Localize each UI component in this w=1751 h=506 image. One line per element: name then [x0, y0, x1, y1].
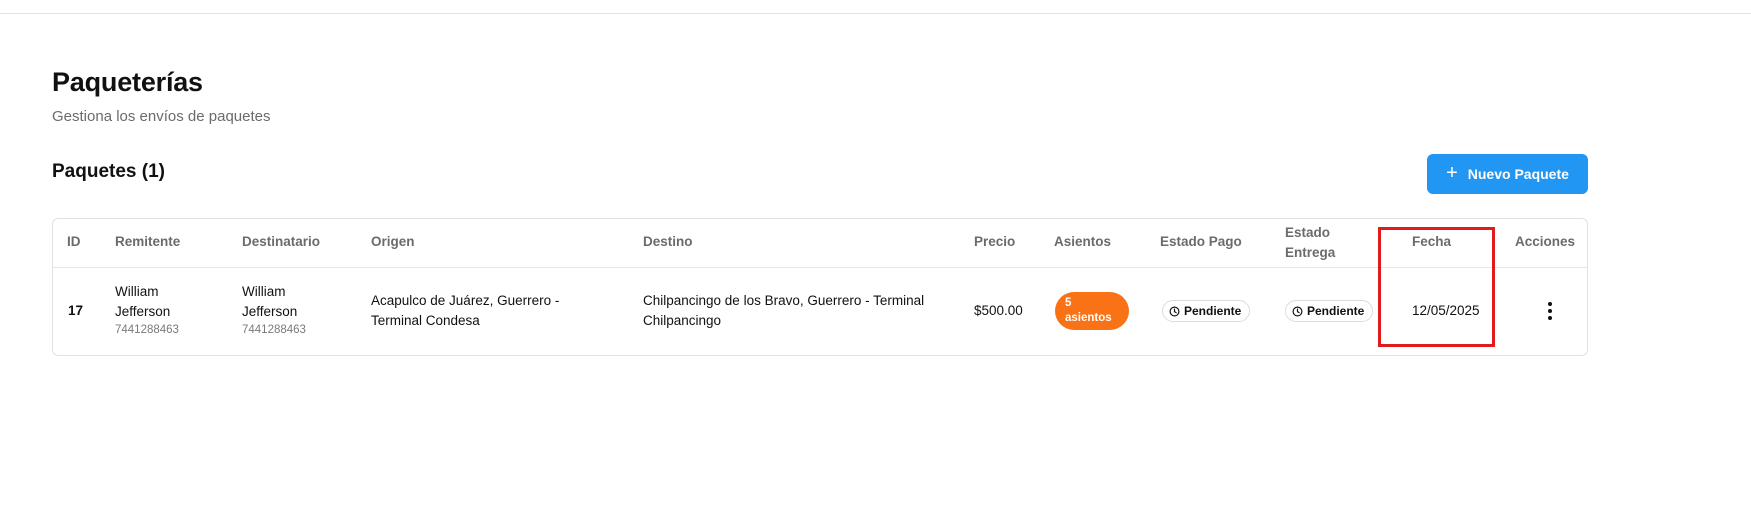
origen-line1: Acapulco de Juárez, Guerrero -	[371, 293, 560, 308]
seats-count: 5	[1065, 297, 1072, 309]
remitente-name-line2: Jefferson	[115, 304, 171, 319]
seats-label: asientos	[1065, 312, 1112, 324]
cell-origen: Acapulco de Juárez, Guerrero - Terminal …	[371, 291, 559, 331]
remitente-phone: 7441288463	[115, 324, 179, 336]
column-header-destinatario: Destinatario	[242, 234, 321, 249]
destinatario-name-line1: William	[242, 284, 286, 299]
page-subtitle: Gestiona los envíos de paquetes	[52, 108, 271, 125]
clock-icon	[1292, 306, 1303, 316]
new-package-button[interactable]: + Nuevo Paquete	[1427, 154, 1588, 194]
plus-icon: +	[1446, 162, 1458, 184]
column-header-precio: Precio	[974, 234, 1016, 249]
more-vertical-icon[interactable]	[1540, 299, 1560, 323]
destinatario-name-line2: Jefferson	[242, 304, 298, 319]
column-header-estado-pago: Estado Pago	[1160, 234, 1242, 249]
destino-line1: Chilpancingo de los Bravo, Guerrero - Te…	[643, 293, 925, 308]
page-content: Paqueterías Gestiona los envíos de paque…	[52, 62, 1588, 356]
cell-id: 17	[68, 303, 84, 318]
cell-precio: $500.00	[974, 303, 1023, 318]
new-package-button-label: Nuevo Paquete	[1467, 166, 1569, 182]
payment-status-label: Pendiente	[1184, 304, 1242, 318]
cell-destino: Chilpancingo de los Bravo, Guerrero - Te…	[643, 291, 924, 331]
column-header-asientos: Asientos	[1054, 234, 1112, 249]
column-header-estado-entrega-line1: Estado	[1285, 225, 1331, 240]
column-header-estado-entrega: Estado Entrega	[1285, 223, 1335, 263]
delivery-status-label: Pendiente	[1307, 304, 1365, 318]
column-header-id: ID	[67, 234, 81, 249]
section-header: Paquetes (1) + Nuevo Paquete	[52, 154, 1588, 194]
destinatario-phone: 7441288463	[242, 324, 306, 336]
cell-remitente: William Jefferson 7441288463	[115, 282, 179, 338]
column-header-remitente: Remitente	[115, 234, 181, 249]
column-header-destino: Destino	[643, 234, 693, 249]
cell-destinatario: William Jefferson 7441288463	[242, 282, 306, 338]
page-title: Paqueterías	[52, 67, 203, 97]
clock-icon	[1169, 306, 1180, 316]
origen-line2: Terminal Condesa	[371, 313, 480, 328]
column-header-origen: Origen	[371, 234, 415, 249]
column-header-fecha: Fecha	[1412, 234, 1452, 249]
packages-table: ID Remitente Destinatario Origen Destino…	[52, 218, 1588, 356]
seats-badge: 5 asientos	[1055, 292, 1129, 330]
table-header: ID Remitente Destinatario Origen Destino…	[53, 219, 1587, 268]
destino-line2: Chilpancingo	[643, 313, 722, 328]
delivery-status-badge: Pendiente	[1285, 300, 1374, 322]
payment-status-badge: Pendiente	[1162, 300, 1251, 322]
column-header-estado-entrega-line2: Entrega	[1285, 245, 1336, 260]
column-header-acciones: Acciones	[1515, 234, 1576, 249]
cell-fecha: 12/05/2025	[1412, 303, 1480, 318]
top-bar	[0, 0, 1751, 14]
table-row[interactable]: 17 William Jefferson 7441288463 William …	[53, 268, 1587, 356]
remitente-name-line1: William	[115, 284, 159, 299]
section-title: Paquetes (1)	[52, 161, 165, 182]
